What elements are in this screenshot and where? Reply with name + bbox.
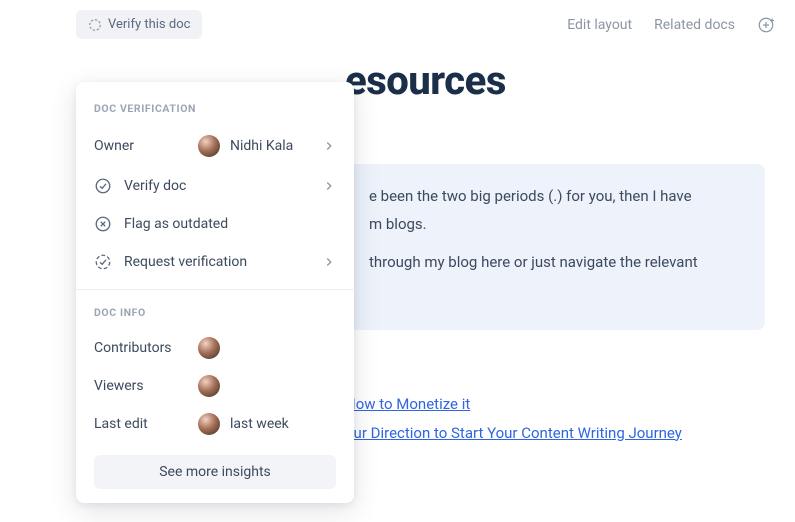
verification-section-title: DOC VERIFICATION: [76, 96, 354, 125]
owner-row[interactable]: Owner Nidhi Kala: [76, 125, 354, 167]
info-callout: e been the two big periods (.) for you, …: [345, 164, 765, 330]
request-verification-row[interactable]: Request verification: [76, 243, 354, 281]
divider: [76, 289, 354, 290]
verify-doc-label: Verify doc: [124, 178, 186, 194]
last-edit-value: last week: [230, 416, 289, 432]
avatar: [198, 413, 220, 435]
link-how-to-monetize[interactable]: How to Monetize it: [345, 390, 765, 419]
edit-layout-link[interactable]: Edit layout: [567, 17, 632, 33]
viewers-row: Viewers: [76, 367, 354, 405]
request-verification-icon: [94, 253, 112, 271]
info-text-line2: m blogs.: [369, 212, 741, 236]
doc-info-section-title: DOC INFO: [76, 300, 354, 329]
doc-verification-popover: DOC VERIFICATION Owner Nidhi Kala Verify…: [76, 82, 354, 503]
links-list: How to Monetize it our Direction to Star…: [345, 390, 765, 447]
topbar-right: Edit layout Related docs: [567, 16, 775, 34]
page-title: esources: [345, 57, 795, 104]
contributors-row: Contributors: [76, 329, 354, 367]
verify-doc-row[interactable]: Verify doc: [76, 167, 354, 205]
owner-name: Nidhi Kala: [230, 138, 293, 154]
contributors-label: Contributors: [94, 340, 198, 356]
info-text-line3: through my blog here or just navigate th…: [369, 250, 741, 274]
verify-this-doc-button[interactable]: Verify this doc: [76, 10, 202, 39]
viewers-label: Viewers: [94, 378, 198, 394]
flag-outdated-row[interactable]: Flag as outdated: [76, 205, 354, 243]
check-circle-icon: [94, 177, 112, 195]
avatar: [198, 337, 220, 359]
chevron-right-icon: [322, 255, 336, 269]
request-verification-label: Request verification: [124, 254, 247, 270]
chevron-right-icon: [322, 179, 336, 193]
verify-button-label: Verify this doc: [108, 17, 190, 32]
flag-outdated-label: Flag as outdated: [124, 216, 228, 232]
avatar: [198, 135, 220, 157]
chevron-right-icon: [322, 139, 336, 153]
see-more-insights-button[interactable]: See more insights: [94, 455, 336, 489]
add-circle-icon[interactable]: [757, 16, 775, 34]
link-content-writing-direction[interactable]: our Direction to Start Your Content Writ…: [345, 419, 765, 448]
avatar: [198, 375, 220, 397]
last-edit-label: Last edit: [94, 416, 198, 432]
last-edit-row: Last edit last week: [76, 405, 354, 443]
topbar: Verify this doc Edit layout Related docs: [0, 0, 795, 49]
verify-dashed-circle-icon: [88, 18, 102, 32]
related-docs-link[interactable]: Related docs: [654, 17, 735, 33]
info-text-line1: e been the two big periods (.) for you, …: [369, 184, 741, 208]
x-circle-icon: [94, 215, 112, 233]
insights-button-label: See more insights: [159, 464, 271, 480]
owner-label: Owner: [94, 138, 134, 154]
